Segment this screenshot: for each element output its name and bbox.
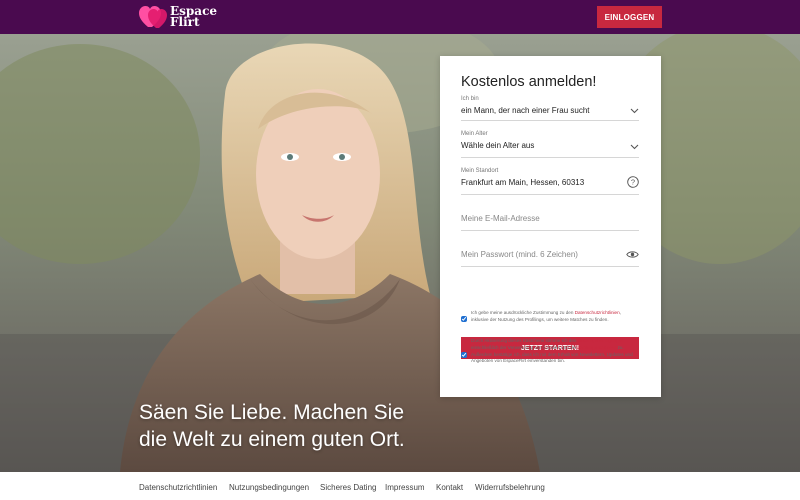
privacy-policy-link[interactable]: Datenschutzrichtlinien [575,310,620,315]
consent1-pre: Ich gebe meine ausdrückliche Zustimmung … [471,310,574,315]
footer-link-imprint[interactable]: Impressum [385,483,425,492]
terms-consent-text: Durch Aktivierung dieses Kästchens stimm… [471,338,639,365]
password-field[interactable]: Mein Passwort (mind. 6 Zeichen) [461,250,639,267]
brand-name-line2: Flirt [170,15,200,29]
age-value: Wähle dein Alter aus [461,141,535,150]
privacy-consent-text: Ich gebe meine ausdrückliche Zustimmung … [471,310,639,324]
brand-logo[interactable]: Espace Flirt [139,4,217,30]
payment-policy-link[interactable]: Zahlungsrichtlinien [578,345,616,350]
svg-text:?: ? [631,178,635,187]
gender-select[interactable]: Ich bin ein Mann, der nach einer Frau su… [461,96,639,121]
brand-name: Espace Flirt [170,5,217,29]
consent2-pre: Durch Aktivierung dieses Kästchens stimm… [471,338,577,343]
password-placeholder: Mein Passwort (mind. 6 Zeichen) [461,250,578,259]
hero-section: Säen Sie Liebe. Machen Sie die Welt zu e… [0,34,800,472]
tagline-line2: die Welt zu einem guten Ort. [139,428,405,451]
question-circle-icon[interactable]: ? [627,176,639,188]
chevron-down-icon [630,144,639,150]
terms-link[interactable]: Nutzungsbedingungen [578,338,624,343]
age-select[interactable]: Mein Alter Wähle dein Alter aus [461,131,639,158]
privacy-consent: Ich gebe meine ausdrückliche Zustimmung … [461,310,639,324]
hero-tagline: Säen Sie Liebe. Machen Sie die Welt zu e… [139,399,405,453]
email-placeholder: Meine E-Mail-Adresse [461,214,540,223]
terms-checkbox[interactable] [461,352,467,358]
tagline-line1: Säen Sie Liebe. Machen Sie [139,401,405,424]
footer-link-withdrawal[interactable]: Widerrufsbelehrung [475,483,545,492]
chevron-down-icon [630,108,639,114]
footer: Datenschutzrichtlinien Nutzungsbedingung… [0,472,800,500]
signup-form: Kostenlos anmelden! Ich bin ein Mann, de… [440,56,661,397]
age-label: Mein Alter [461,131,488,137]
top-header: Espace Flirt EINLOGGEN [0,0,800,34]
hearts-icon [139,6,167,28]
consent2-mid: einschließlich der Verwendung von Cookie… [471,344,577,350]
terms-consent: Durch Aktivierung dieses Kästchens stimm… [461,338,639,365]
footer-link-contact[interactable]: Kontakt [436,483,463,492]
privacy-checkbox[interactable] [461,316,467,322]
gender-label: Ich bin [461,96,479,102]
form-title: Kostenlos anmelden! [461,74,597,90]
footer-link-privacy[interactable]: Datenschutzrichtlinien [139,483,217,492]
location-value: Frankfurt am Main, Hessen, 60313 [461,178,585,187]
footer-link-terms[interactable]: Nutzungsbedingungen [229,483,309,492]
location-field[interactable]: Mein Standort Frankfurt am Main, Hessen,… [461,168,639,195]
gender-value: ein Mann, der nach einer Frau sucht [461,106,590,115]
login-button[interactable]: EINLOGGEN [597,6,662,28]
email-field[interactable]: Meine E-Mail-Adresse [461,214,639,231]
eye-icon[interactable] [626,250,639,259]
location-label: Mein Standort [461,168,499,174]
footer-link-safe-dating[interactable]: Sicheres Dating [320,483,376,492]
